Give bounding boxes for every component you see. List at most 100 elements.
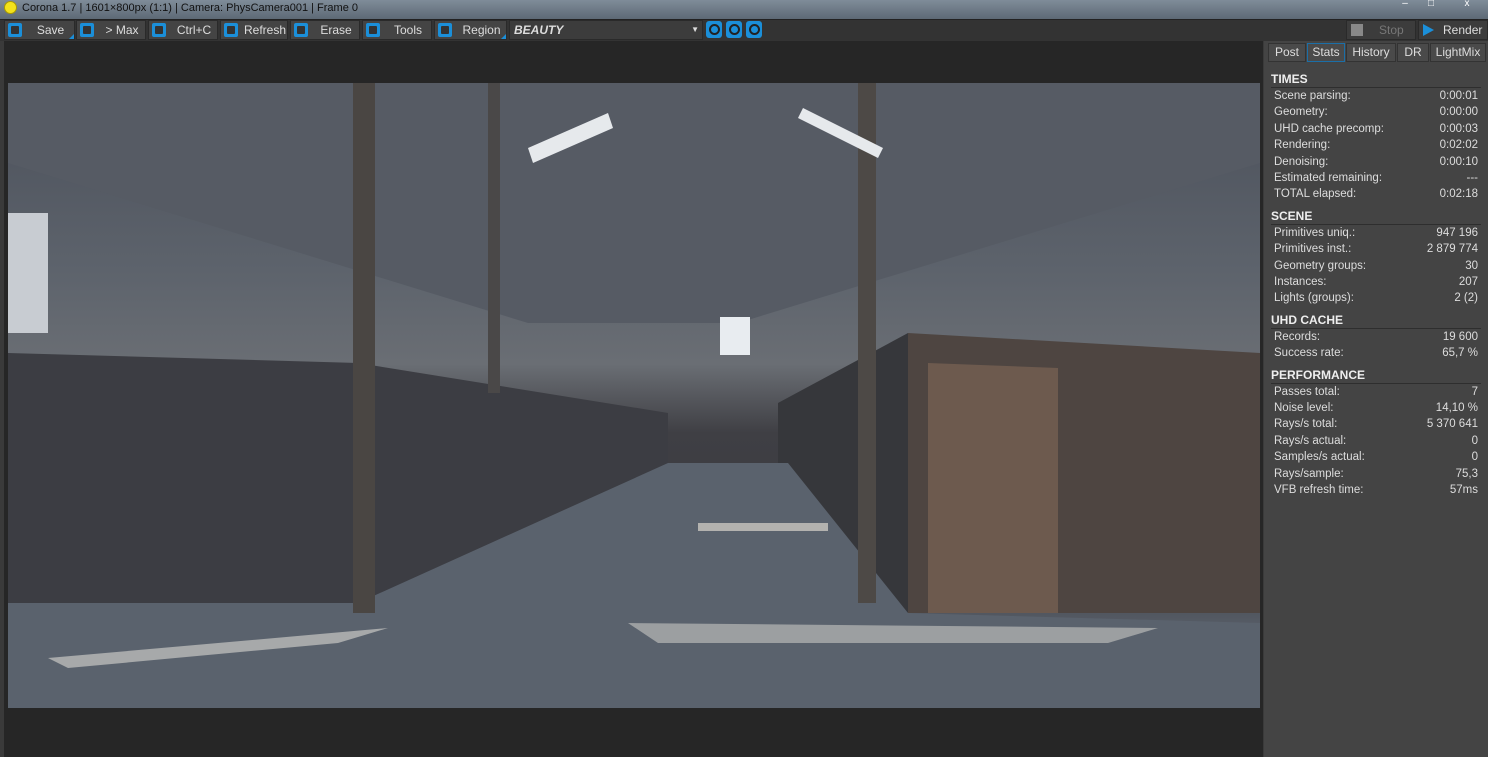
stats-section-title: PERFORMANCE <box>1271 367 1366 382</box>
clipboard-icon <box>152 23 166 37</box>
tab-history[interactable]: History <box>1346 43 1396 62</box>
stats-row: Geometry groups: 30 <box>1274 260 1478 276</box>
zoom-out-icon[interactable] <box>726 21 742 38</box>
stat-label: UHD cache precomp: <box>1274 122 1384 135</box>
tab-stats[interactable]: Stats <box>1307 43 1345 62</box>
stats-section-title: SCENE <box>1271 208 1313 223</box>
stat-label: TOTAL elapsed: <box>1274 188 1357 201</box>
stat-label: VFB refresh time: <box>1274 484 1364 496</box>
region-button[interactable]: Region <box>434 20 507 40</box>
stat-value: 0:02:02 <box>1439 139 1478 152</box>
stats-row: UHD cache precomp: 0:00:03 <box>1274 123 1478 139</box>
stats-section-title: TIMES <box>1271 72 1308 86</box>
stat-value: --- <box>1466 172 1479 184</box>
stat-label: Samples/s actual: <box>1274 451 1365 464</box>
stat-label: Geometry: <box>1274 106 1328 119</box>
side-panel: Post Stats History DR LightMix TIMES Scen… <box>1264 41 1488 757</box>
stat-value: 0:00:03 <box>1439 122 1478 135</box>
refresh-icon <box>224 23 238 37</box>
stat-label: Success rate: <box>1274 347 1344 360</box>
zoom-in-icon[interactable] <box>706 21 722 38</box>
zoom-fit-icon[interactable] <box>746 21 762 38</box>
maximize-button[interactable]: □ <box>1418 0 1444 10</box>
stat-label: Rendering: <box>1274 139 1331 152</box>
stat-value: 0 <box>1471 451 1478 464</box>
tab-dr[interactable]: DR <box>1397 43 1429 62</box>
corona-logo-icon <box>4 1 17 14</box>
copy-button[interactable]: Ctrl+C <box>148 20 218 40</box>
stat-value: 57ms <box>1449 484 1478 496</box>
stat-label: Primitives inst.: <box>1274 243 1352 256</box>
stats-row: Estimated remaining: --- <box>1274 172 1478 188</box>
stat-label: Scene parsing: <box>1274 90 1351 102</box>
save-button[interactable]: Save <box>4 20 75 40</box>
section-divider <box>1271 382 1481 384</box>
stat-value: 2 (2) <box>1454 292 1478 305</box>
stats-row: Scene parsing: 0:00:01 <box>1274 90 1478 106</box>
play-icon <box>1423 24 1434 36</box>
stat-value: 65,7 % <box>1442 347 1478 360</box>
stat-value: 14,10 % <box>1435 402 1478 414</box>
refresh-button[interactable]: Refresh <box>220 20 288 40</box>
stats-row: Passes total: 7 <box>1274 386 1478 402</box>
stat-label: Rays/s total: <box>1274 418 1338 431</box>
stat-value: 0:00:01 <box>1439 90 1478 102</box>
stat-label: Primitives uniq.: <box>1274 226 1356 239</box>
stats-row: Rendering: 0:02:02 <box>1274 139 1478 155</box>
stat-value: 207 <box>1458 276 1478 288</box>
stats-row: Success rate: 65,7 % <box>1274 347 1478 363</box>
section-divider <box>1271 223 1481 225</box>
stat-label: Rays/s actual: <box>1274 434 1347 447</box>
stat-label: Geometry groups: <box>1274 259 1367 272</box>
max-button[interactable]: > Max <box>76 20 146 40</box>
stats-row: Primitives inst.: 2 879 774 <box>1274 243 1478 259</box>
title-bar: Corona 1.7 | 1601×800px (1:1) | Camera: … <box>0 0 1488 19</box>
max-icon <box>80 23 94 37</box>
stats-row: Rays/s total: 5 370 641 <box>1274 418 1478 434</box>
stat-value: 947 196 <box>1436 226 1478 239</box>
stat-value: 0:00:00 <box>1439 106 1478 119</box>
stats-row: Noise level: 14,10 % <box>1274 402 1478 418</box>
stat-label: Records: <box>1274 330 1321 343</box>
stat-value: 0:02:18 <box>1439 188 1478 201</box>
erase-button[interactable]: Erase <box>290 20 360 40</box>
save-icon <box>8 23 22 37</box>
stat-value: 2 879 774 <box>1426 243 1478 256</box>
chevron-down-icon: ▼ <box>691 25 699 34</box>
window-title: Corona 1.7 | 1601×800px (1:1) | Camera: … <box>22 2 358 14</box>
stat-label: Passes total: <box>1274 385 1340 398</box>
stats-row: VFB refresh time: 57ms <box>1274 484 1478 500</box>
tab-post[interactable]: Post <box>1268 43 1306 62</box>
stat-value: 19 600 <box>1442 330 1478 343</box>
stop-icon <box>1351 24 1363 36</box>
stats-row: Denoising: 0:00:10 <box>1274 156 1478 172</box>
stats-section-title: UHD CACHE <box>1271 312 1343 327</box>
tools-button[interactable]: Tools <box>362 20 432 40</box>
stats-row: Rays/s actual: 0 <box>1274 435 1478 451</box>
stat-value: 30 <box>1465 259 1478 272</box>
stat-value: 75,3 <box>1455 467 1478 480</box>
stat-label: Instances: <box>1274 276 1327 288</box>
stats-row: TOTAL elapsed: 0:02:18 <box>1274 188 1478 204</box>
minimize-button[interactable]: – <box>1392 0 1418 10</box>
erase-icon <box>294 23 308 37</box>
gear-icon <box>366 23 380 37</box>
stats-row: Geometry: 0:00:00 <box>1274 106 1478 122</box>
tab-lightmix[interactable]: LightMix <box>1430 43 1486 62</box>
stat-label: Denoising: <box>1274 155 1329 168</box>
close-button[interactable]: x <box>1454 0 1480 10</box>
stats-row: Rays/sample: 75,3 <box>1274 468 1478 484</box>
stat-label: Estimated remaining: <box>1274 172 1383 184</box>
region-icon <box>438 23 452 37</box>
section-divider <box>1271 327 1481 329</box>
stats-row: Instances: 207 <box>1274 276 1478 292</box>
rendered-image <box>8 83 1260 708</box>
stop-button[interactable]: Stop <box>1346 20 1416 40</box>
stats-row: Lights (groups): 2 (2) <box>1274 292 1478 308</box>
stat-value: 5 370 641 <box>1426 418 1478 431</box>
stats-row: Samples/s actual: 0 <box>1274 451 1478 467</box>
stat-label: Noise level: <box>1274 402 1334 414</box>
render-button[interactable]: Render <box>1418 20 1488 40</box>
section-divider <box>1271 87 1481 88</box>
channel-select[interactable]: BEAUTY ▼ <box>509 20 703 40</box>
